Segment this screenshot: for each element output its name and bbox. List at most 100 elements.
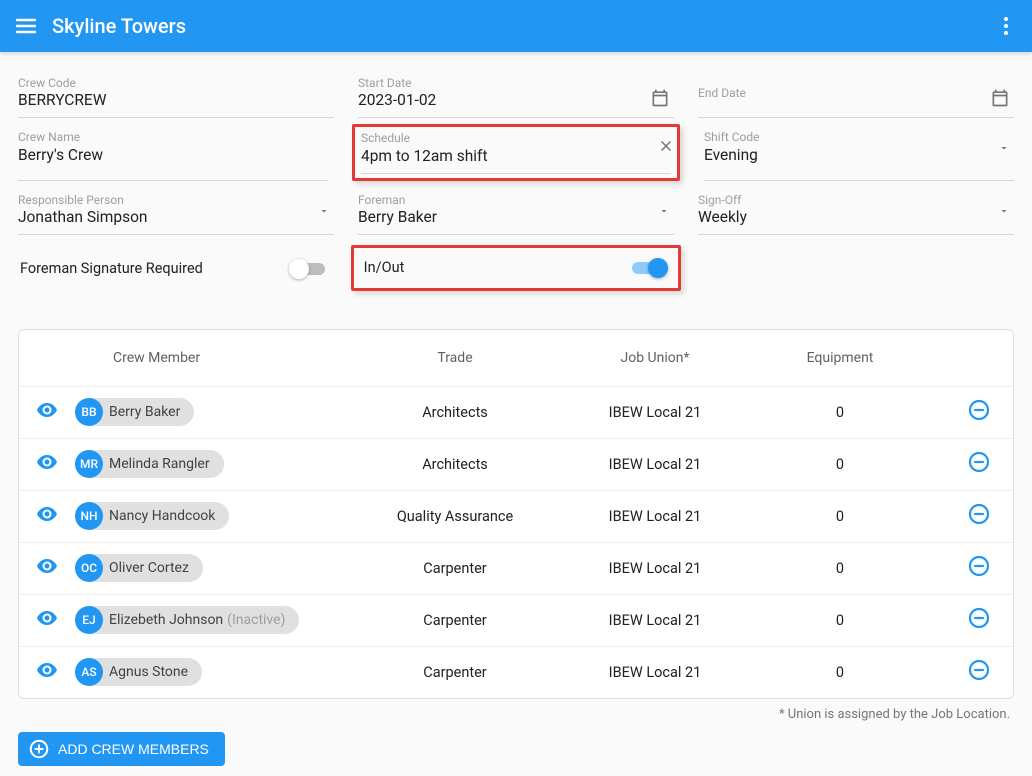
table-row: EJElizebeth Johnson(Inactive)CarpenterIB…	[19, 594, 1013, 646]
crew-name-field[interactable]: Crew Name Berry's Crew	[18, 124, 328, 180]
signoff-field[interactable]: Sign-Off Weekly	[698, 187, 1014, 235]
signoff-label: Sign-Off	[698, 193, 1014, 207]
union-cell: IBEW Local 21	[555, 456, 755, 473]
more-vert-icon[interactable]	[994, 14, 1018, 38]
schedule-field[interactable]: Schedule 4pm to 12am shift	[352, 124, 680, 180]
foreman-signature-label: Foreman Signature Required	[20, 260, 289, 277]
crew-code-field[interactable]: Crew Code BERRYCREW	[18, 70, 334, 118]
visibility-icon[interactable]	[35, 606, 59, 634]
inactive-label: (Inactive)	[227, 612, 285, 628]
header-trade: Trade	[355, 350, 555, 366]
equipment-cell: 0	[755, 612, 925, 629]
equipment-cell: 0	[755, 404, 925, 421]
in-out-label: In/Out	[364, 259, 633, 276]
union-cell: IBEW Local 21	[555, 404, 755, 421]
trade-cell: Carpenter	[355, 612, 555, 629]
start-date-field[interactable]: Start Date 2023-01-02	[358, 70, 674, 118]
crew-members-table: Crew Member Trade Job Union* Equipment B…	[18, 329, 1014, 699]
in-out-toggle-field: In/Out	[351, 245, 682, 291]
close-icon[interactable]	[657, 137, 675, 155]
union-footnote: * Union is assigned by the Job Location.	[18, 707, 1010, 722]
remove-icon[interactable]	[967, 658, 991, 686]
table-header: Crew Member Trade Job Union* Equipment	[19, 330, 1013, 386]
header-member: Crew Member	[83, 350, 355, 366]
start-date-value: 2023-01-02	[358, 90, 674, 117]
schedule-value: 4pm to 12am shift	[361, 146, 671, 173]
visibility-icon[interactable]	[35, 502, 59, 530]
page-title: Skyline Towers	[52, 14, 994, 38]
union-cell: IBEW Local 21	[555, 508, 755, 525]
menu-icon[interactable]	[14, 14, 38, 38]
end-date-value	[698, 100, 1014, 106]
responsible-person-value: Jonathan Simpson	[18, 207, 334, 234]
shift-code-value: Evening	[704, 145, 1014, 172]
app-bar: Skyline Towers	[0, 0, 1032, 52]
member-name: Agnus Stone	[109, 664, 188, 680]
crew-name-label: Crew Name	[18, 130, 328, 144]
table-row: NHNancy HandcookQuality AssuranceIBEW Lo…	[19, 490, 1013, 542]
crew-code-label: Crew Code	[18, 76, 334, 90]
remove-icon[interactable]	[967, 502, 991, 530]
foreman-signature-toggle-field: Foreman Signature Required	[18, 245, 327, 293]
plus-circle-icon	[28, 738, 50, 760]
member-name: Elizebeth Johnson	[109, 612, 223, 628]
toggle-spacer	[705, 245, 1014, 293]
chevron-down-icon[interactable]	[658, 205, 670, 217]
remove-icon[interactable]	[967, 554, 991, 582]
visibility-icon[interactable]	[35, 554, 59, 582]
calendar-icon[interactable]	[990, 88, 1010, 108]
member-name: Nancy Handcook	[109, 508, 215, 524]
add-crew-members-label: ADD CREW MEMBERS	[58, 741, 209, 757]
equipment-cell: 0	[755, 664, 925, 681]
visibility-icon[interactable]	[35, 658, 59, 686]
remove-icon[interactable]	[967, 450, 991, 478]
member-name: Oliver Cortez	[109, 560, 189, 576]
responsible-person-field[interactable]: Responsible Person Jonathan Simpson	[18, 187, 334, 235]
chevron-down-icon[interactable]	[998, 142, 1010, 154]
content: Crew Code BERRYCREW Start Date 2023-01-0…	[0, 52, 1032, 776]
table-row: OCOliver CortezCarpenterIBEW Local 210	[19, 542, 1013, 594]
header-equipment: Equipment	[755, 350, 925, 366]
calendar-icon[interactable]	[650, 88, 670, 108]
chevron-down-icon[interactable]	[998, 205, 1010, 217]
member-chip[interactable]: Elizebeth Johnson(Inactive)	[75, 606, 299, 634]
foreman-label: Foreman	[358, 193, 674, 207]
equipment-cell: 0	[755, 508, 925, 525]
shift-code-label: Shift Code	[704, 130, 1014, 144]
signoff-value: Weekly	[698, 207, 1014, 234]
add-crew-members-button[interactable]: ADD CREW MEMBERS	[18, 732, 225, 766]
table-row: BBBerry BakerArchitectsIBEW Local 210	[19, 386, 1013, 438]
in-out-toggle[interactable]	[632, 258, 668, 278]
trade-cell: Carpenter	[355, 664, 555, 681]
equipment-cell: 0	[755, 456, 925, 473]
schedule-label: Schedule	[361, 131, 671, 145]
remove-icon[interactable]	[967, 606, 991, 634]
equipment-cell: 0	[755, 560, 925, 577]
foreman-value: Berry Baker	[358, 207, 674, 234]
remove-icon[interactable]	[967, 398, 991, 426]
member-name: Berry Baker	[109, 404, 180, 420]
member-name: Melinda Rangler	[109, 456, 210, 472]
crew-code-value: BERRYCREW	[18, 90, 334, 117]
union-cell: IBEW Local 21	[555, 612, 755, 629]
end-date-label: End Date	[698, 86, 1014, 100]
visibility-icon[interactable]	[35, 398, 59, 426]
visibility-icon[interactable]	[35, 450, 59, 478]
start-date-label: Start Date	[358, 76, 674, 90]
table-row: MRMelinda RanglerArchitectsIBEW Local 21…	[19, 438, 1013, 490]
trade-cell: Architects	[355, 456, 555, 473]
trade-cell: Architects	[355, 404, 555, 421]
trade-cell: Carpenter	[355, 560, 555, 577]
union-cell: IBEW Local 21	[555, 560, 755, 577]
crew-name-value: Berry's Crew	[18, 145, 328, 172]
responsible-person-label: Responsible Person	[18, 193, 334, 207]
chevron-down-icon[interactable]	[318, 205, 330, 217]
header-union: Job Union*	[555, 350, 755, 366]
foreman-signature-toggle[interactable]	[289, 259, 325, 279]
shift-code-field[interactable]: Shift Code Evening	[704, 124, 1014, 180]
end-date-field[interactable]: End Date	[698, 70, 1014, 118]
foreman-field[interactable]: Foreman Berry Baker	[358, 187, 674, 235]
union-cell: IBEW Local 21	[555, 664, 755, 681]
trade-cell: Quality Assurance	[355, 508, 555, 525]
table-row: ASAgnus StoneCarpenterIBEW Local 210	[19, 646, 1013, 698]
